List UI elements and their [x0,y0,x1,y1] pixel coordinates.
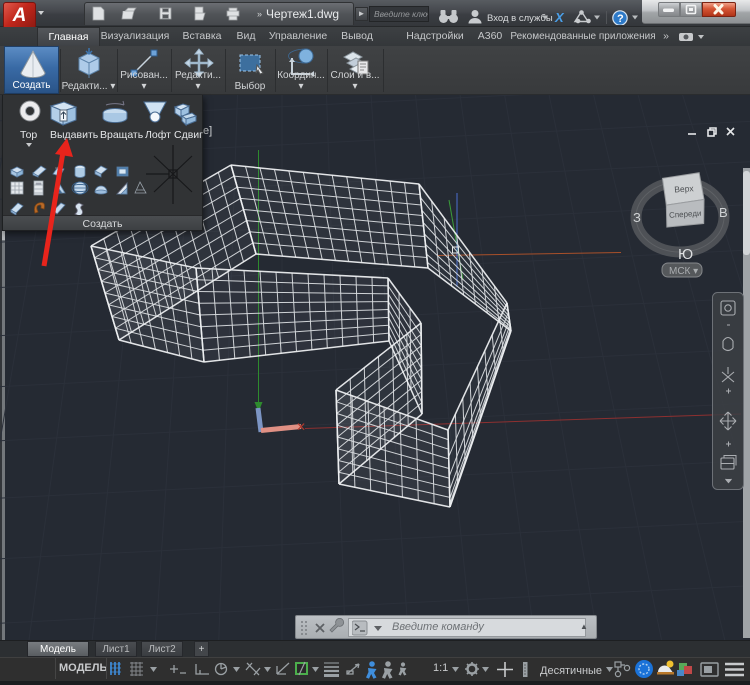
svg-text:✕: ✕ [296,420,306,434]
svg-text:?: ? [617,13,624,25]
svg-text:Ю: Ю [678,246,693,263]
svg-text:В: В [719,205,728,220]
svg-text:X: X [554,10,565,25]
svg-text:МСК ▾: МСК ▾ [669,266,698,277]
svg-text:Верх: Верх [674,183,695,194]
svg-text:Вход в службы: Вход в службы [487,13,553,24]
svg-text:Десятичные: Десятичные [540,665,602,677]
svg-text:»: » [257,9,262,19]
svg-text:З: З [633,210,641,225]
